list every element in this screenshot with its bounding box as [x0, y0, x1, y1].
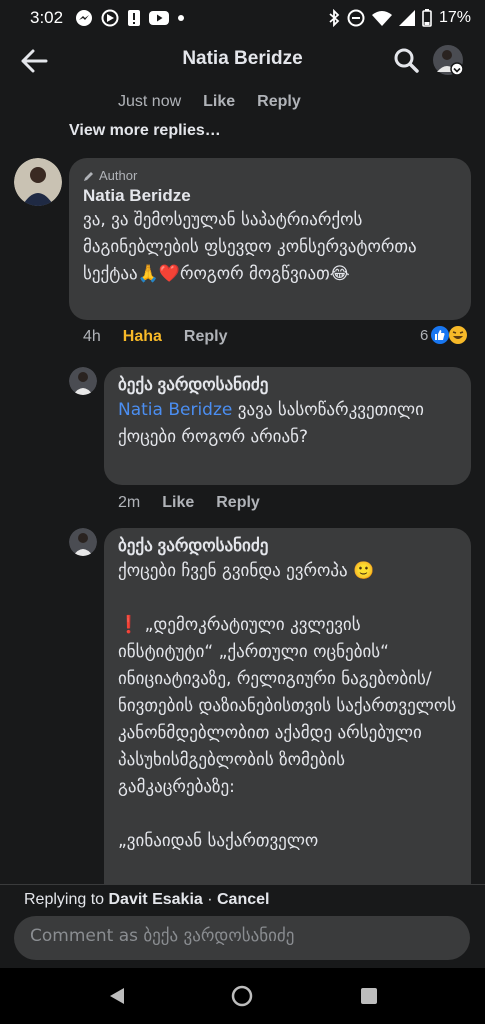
youtube-icon — [149, 10, 170, 26]
author-badge-label: Author — [99, 168, 138, 183]
comment-text: ვა, ვა შემოსეულან საპატრიარქოს მაგინებლე… — [83, 210, 423, 284]
reaction-summary[interactable]: 6 — [420, 325, 468, 345]
status-time: 3:02 — [30, 8, 64, 27]
avatar[interactable] — [69, 367, 97, 395]
like-button[interactable]: Like — [162, 494, 194, 512]
like-reaction-icon — [431, 326, 450, 344]
battery-icon — [422, 9, 432, 27]
haha-reaction-icon — [449, 326, 468, 344]
comment-time: Just now — [118, 93, 182, 110]
mention-link[interactable]: Natia Beridze — [118, 400, 232, 420]
reply-button[interactable]: Reply — [184, 328, 228, 346]
nav-recents-button[interactable] — [357, 984, 381, 1008]
comment-action-row: 4h Haha Reply — [83, 328, 250, 346]
triangle-back-icon — [110, 988, 124, 1004]
replying-target: Davit Esakia — [108, 891, 203, 908]
reply-button[interactable]: Reply — [257, 93, 301, 111]
cancel-reply-button[interactable]: Cancel — [217, 891, 269, 908]
square-recents-icon — [361, 988, 377, 1004]
comment-bubble[interactable]: ბექა ვარდოსანიძე Natia Beridze ვავა სასო… — [104, 367, 471, 485]
search-icon — [394, 48, 419, 73]
avatar[interactable] — [14, 158, 62, 206]
battery-percent: 17% — [438, 9, 471, 26]
wifi-icon — [371, 10, 392, 26]
pencil-icon — [84, 171, 93, 181]
search-button[interactable] — [390, 44, 422, 76]
bluetooth-icon — [328, 9, 340, 27]
messenger-icon — [75, 9, 93, 27]
top-action-row: Just now Like Reply — [118, 93, 323, 111]
comment-text: ქოცები ჩვენ გვინდა ევროპა 🙂 ❗ „დემოკრატი… — [118, 561, 457, 851]
status-bar: 3:02 17% — [0, 0, 485, 36]
comment-text: Natia Beridze ვავა სასოწარკვეთილი ქოცები… — [118, 397, 457, 451]
back-button[interactable] — [18, 46, 50, 76]
signal-icon — [398, 10, 415, 26]
alert-icon — [127, 9, 141, 27]
comment-bubble[interactable]: Author Natia Beridze ვა, ვა შემოსეულან ს… — [69, 158, 471, 320]
avatar — [433, 45, 464, 76]
view-more-replies-link[interactable]: View more replies… — [69, 122, 221, 140]
system-nav-bar — [0, 968, 485, 1024]
like-button[interactable]: Like — [203, 93, 235, 111]
header: Natia Beridze — [0, 36, 485, 86]
nav-home-button[interactable] — [230, 984, 254, 1008]
sync-icon — [101, 9, 119, 27]
comment-action-row: 2m Like Reply — [118, 494, 282, 512]
circle-home-icon — [231, 985, 253, 1007]
reaction-count: 6 — [420, 326, 429, 344]
do-not-disturb-icon — [347, 9, 365, 27]
avatar[interactable] — [69, 528, 97, 556]
comment-bubble[interactable]: ბექა ვარდოსანიძე ქოცები ჩვენ გვინდა ევრო… — [104, 528, 471, 908]
reply-button[interactable]: Reply — [216, 494, 260, 512]
comment-time: 2m — [118, 494, 141, 511]
haha-reaction-button[interactable]: Haha — [123, 328, 162, 346]
comment-author-name[interactable]: Natia Beridze — [83, 186, 457, 206]
replying-separator: · — [202, 891, 217, 908]
dot-icon — [177, 14, 185, 22]
comment-input[interactable]: Comment as ბექა ვარდოსანიძე — [14, 916, 470, 960]
nav-back-button[interactable] — [105, 984, 129, 1008]
author-badge: Author — [83, 168, 457, 183]
comment-author-name[interactable]: ბექა ვარდოსანიძე — [118, 375, 457, 395]
comment-time: 4h — [83, 328, 101, 345]
arrow-left-icon — [21, 49, 48, 73]
replying-prefix: Replying to — [24, 891, 105, 908]
comment-author-name[interactable]: ბექა ვარდოსანიძე — [118, 536, 457, 556]
profile-avatar-button[interactable] — [432, 44, 464, 76]
